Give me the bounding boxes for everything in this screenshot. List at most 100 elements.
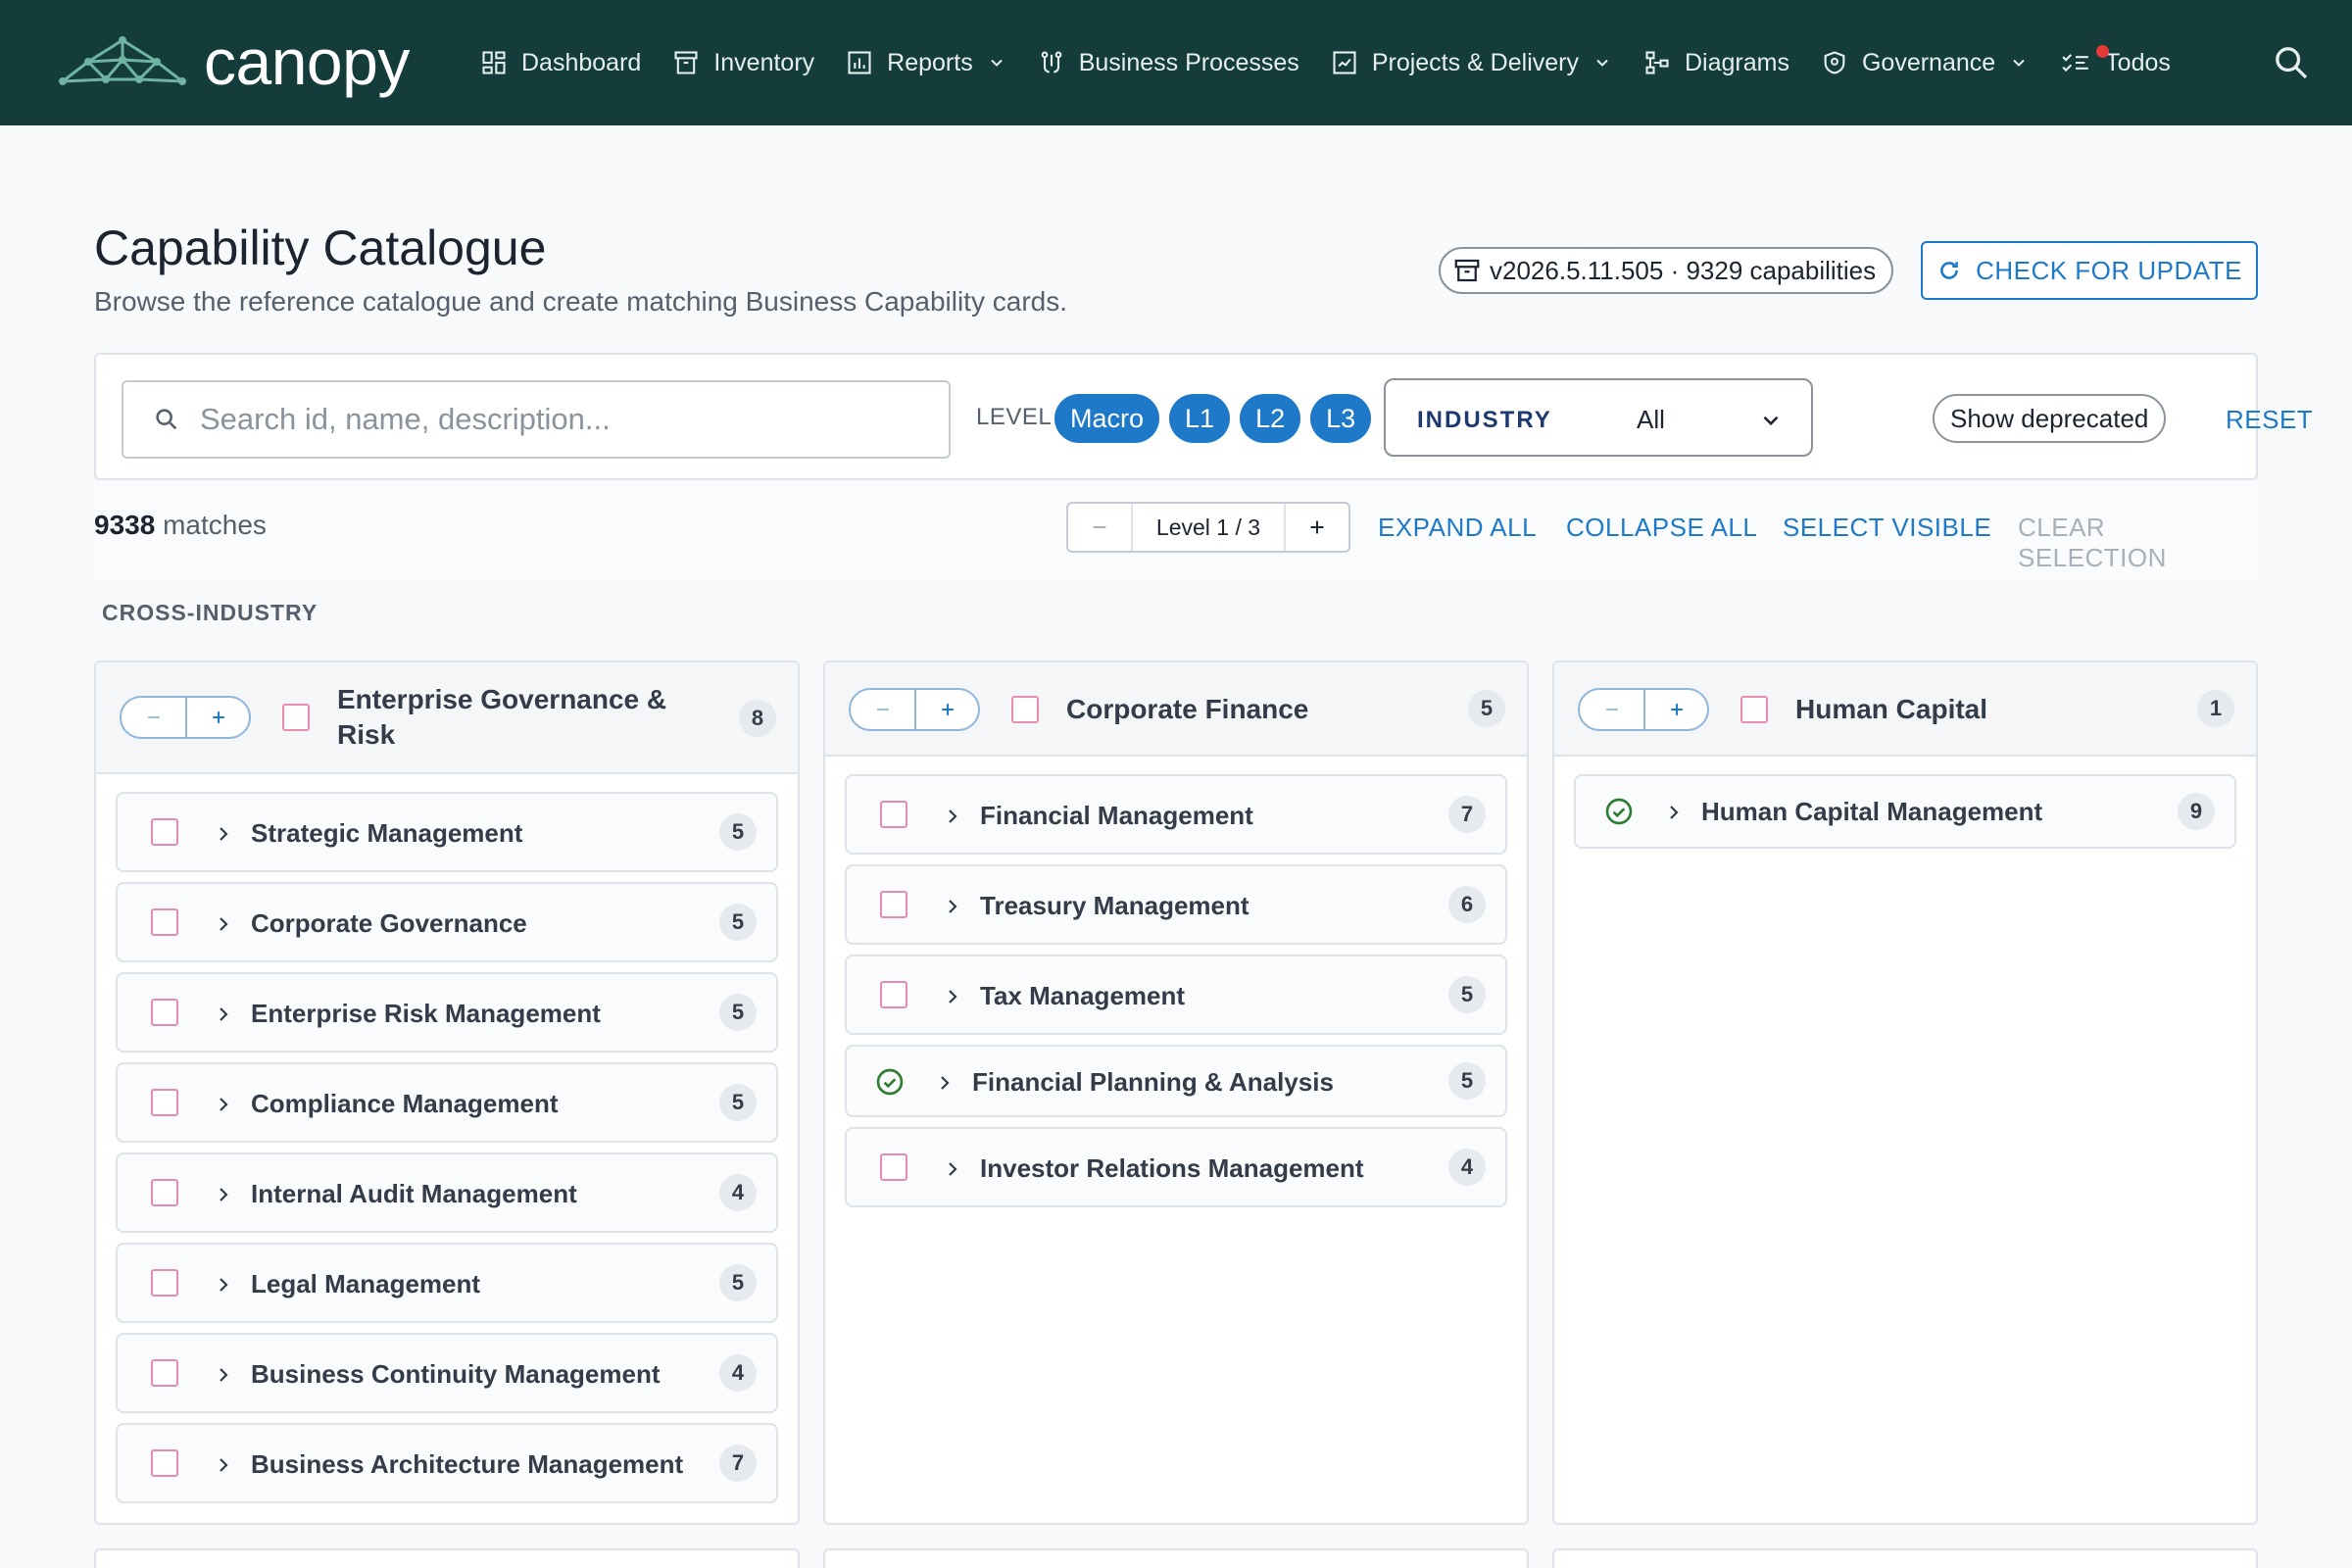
capability-count-badge: 4: [1448, 1149, 1486, 1186]
show-deprecated-toggle[interactable]: Show deprecated: [1933, 394, 2167, 443]
capability-row[interactable]: Investor Relations Management 4: [845, 1127, 1507, 1207]
expand-all-button[interactable]: EXPAND ALL: [1378, 513, 1537, 543]
row-checkbox[interactable]: [151, 818, 178, 846]
chevron-right-icon[interactable]: [1662, 801, 1686, 824]
row-checkbox[interactable]: [151, 908, 178, 936]
capability-count-badge: 7: [719, 1445, 757, 1482]
chevron-right-icon[interactable]: [212, 822, 235, 846]
chevron-right-icon[interactable]: [212, 1093, 235, 1116]
search-box[interactable]: [122, 380, 951, 459]
chevron-right-icon[interactable]: [212, 1183, 235, 1206]
capability-row[interactable]: Compliance Management 5: [116, 1062, 778, 1143]
level-chip-macro[interactable]: Macro: [1054, 394, 1160, 443]
column-count-badge: 5: [1468, 690, 1505, 727]
nav-dashboard-label: Dashboard: [521, 48, 642, 76]
row-checkbox[interactable]: [151, 999, 178, 1026]
chevron-right-icon[interactable]: [212, 1453, 235, 1477]
capability-count-badge: 5: [719, 904, 757, 941]
row-checkbox[interactable]: [151, 1359, 178, 1387]
row-checkbox[interactable]: [151, 1179, 178, 1206]
level-increase-button[interactable]: [1286, 504, 1348, 551]
level-chip-l2[interactable]: L2: [1240, 394, 1301, 443]
check-circle-icon[interactable]: [874, 1066, 906, 1098]
row-checkbox[interactable]: [880, 981, 907, 1008]
nav-dashboard[interactable]: Dashboard: [480, 49, 641, 77]
capability-column-next: [823, 1548, 1529, 1568]
level-chip-l3[interactable]: L3: [1310, 394, 1372, 443]
nav-business-processes[interactable]: Business Processes: [1038, 49, 1299, 77]
level-label: LEVEL: [976, 404, 1053, 430]
capability-count-badge: 7: [1448, 796, 1486, 833]
chevron-right-icon[interactable]: [933, 1071, 956, 1095]
check-for-update-button[interactable]: CHECK FOR UPDATE: [1921, 241, 2258, 300]
nav-business-processes-label: Business Processes: [1078, 48, 1299, 76]
chevron-right-icon[interactable]: [212, 1363, 235, 1387]
level-decrease-button[interactable]: [1068, 504, 1131, 551]
row-checkbox[interactable]: [880, 801, 907, 828]
search-icon[interactable]: [2272, 43, 2311, 82]
check-circle-icon[interactable]: [1603, 796, 1635, 827]
column-checkbox[interactable]: [282, 704, 310, 731]
plus-icon: [1310, 520, 1324, 534]
row-checkbox[interactable]: [151, 1449, 178, 1477]
capability-row[interactable]: Strategic Management 5: [116, 792, 778, 872]
expand-level-button[interactable]: [185, 698, 249, 737]
capability-row[interactable]: Human Capital Management 9: [1574, 774, 2236, 849]
column-header: Corporate Finance 5: [825, 662, 1527, 757]
row-checkbox[interactable]: [151, 1269, 178, 1297]
row-checkbox[interactable]: [880, 1153, 907, 1181]
nav-todos[interactable]: Todos: [2060, 45, 2171, 77]
version-chip: v2026.5.11.505 · 9329 capabilities: [1439, 247, 1894, 294]
expand-level-button[interactable]: [914, 690, 978, 729]
capability-row[interactable]: Internal Audit Management 4: [116, 1152, 778, 1233]
column-header: Enterprise Governance & Risk 8: [96, 662, 798, 774]
column-checkbox[interactable]: [1011, 696, 1039, 723]
industry-select[interactable]: INDUSTRY All: [1384, 378, 1813, 457]
nav-projects-delivery[interactable]: Projects & Delivery: [1331, 49, 1612, 77]
row-checkbox[interactable]: [151, 1089, 178, 1116]
search-input[interactable]: [200, 402, 866, 437]
expand-level-button[interactable]: [1643, 690, 1707, 729]
capability-row[interactable]: Legal Management 5: [116, 1243, 778, 1323]
clear-selection-button[interactable]: CLEAR SELECTION: [2018, 513, 2258, 573]
column-header: Human Capital 1: [1554, 662, 2256, 757]
row-checkbox[interactable]: [880, 891, 907, 918]
level-chip-l1[interactable]: L1: [1169, 394, 1231, 443]
column-checkbox[interactable]: [1740, 696, 1768, 723]
chevron-right-icon[interactable]: [941, 805, 964, 828]
section-title: CROSS-INDUSTRY: [102, 600, 318, 625]
nav-diagrams[interactable]: Diagrams: [1643, 49, 1789, 77]
collapse-level-button[interactable]: [1580, 690, 1643, 729]
chevron-right-icon[interactable]: [941, 985, 964, 1008]
nav-reports[interactable]: Reports: [846, 49, 1006, 77]
capability-row[interactable]: Business Architecture Management 7: [116, 1423, 778, 1503]
chevron-right-icon[interactable]: [212, 1003, 235, 1026]
collapse-level-button[interactable]: [851, 690, 914, 729]
collapse-level-button[interactable]: [122, 698, 185, 737]
nav-inventory[interactable]: Inventory: [672, 49, 814, 77]
collapse-all-button[interactable]: COLLAPSE ALL: [1566, 513, 1757, 543]
brand-logo[interactable]: canopy: [59, 29, 410, 94]
capability-label: Strategic Management: [251, 818, 523, 848]
version-text: v2026.5.11.505 · 9329 capabilities: [1490, 255, 1877, 285]
archive-icon: [674, 51, 698, 74]
chevron-right-icon[interactable]: [212, 912, 235, 936]
capability-row[interactable]: Business Continuity Management 4: [116, 1333, 778, 1413]
reset-button[interactable]: RESET: [2226, 405, 2313, 435]
nav-governance[interactable]: Governance: [1821, 49, 2029, 77]
select-visible-button[interactable]: SELECT VISIBLE: [1783, 513, 1991, 543]
chevron-right-icon[interactable]: [212, 1273, 235, 1297]
chevron-down-icon: [1763, 416, 1779, 426]
capability-row[interactable]: Enterprise Risk Management 5: [116, 972, 778, 1053]
top-navigation: canopy Dashboard Inventory Reports Busin…: [0, 0, 2352, 125]
check-for-update-label: CHECK FOR UPDATE: [1976, 255, 2242, 285]
capability-row[interactable]: Corporate Governance 5: [116, 882, 778, 962]
capability-row[interactable]: Treasury Management 6: [845, 864, 1507, 945]
capability-row[interactable]: Financial Management 7: [845, 774, 1507, 855]
capability-count-badge: 5: [719, 1264, 757, 1301]
level-stepper: Level 1 / 3: [1066, 502, 1350, 553]
capability-row[interactable]: Tax Management 5: [845, 955, 1507, 1035]
chevron-right-icon[interactable]: [941, 895, 964, 918]
capability-row[interactable]: Financial Planning & Analysis 5: [845, 1045, 1507, 1117]
chevron-right-icon[interactable]: [941, 1157, 964, 1181]
